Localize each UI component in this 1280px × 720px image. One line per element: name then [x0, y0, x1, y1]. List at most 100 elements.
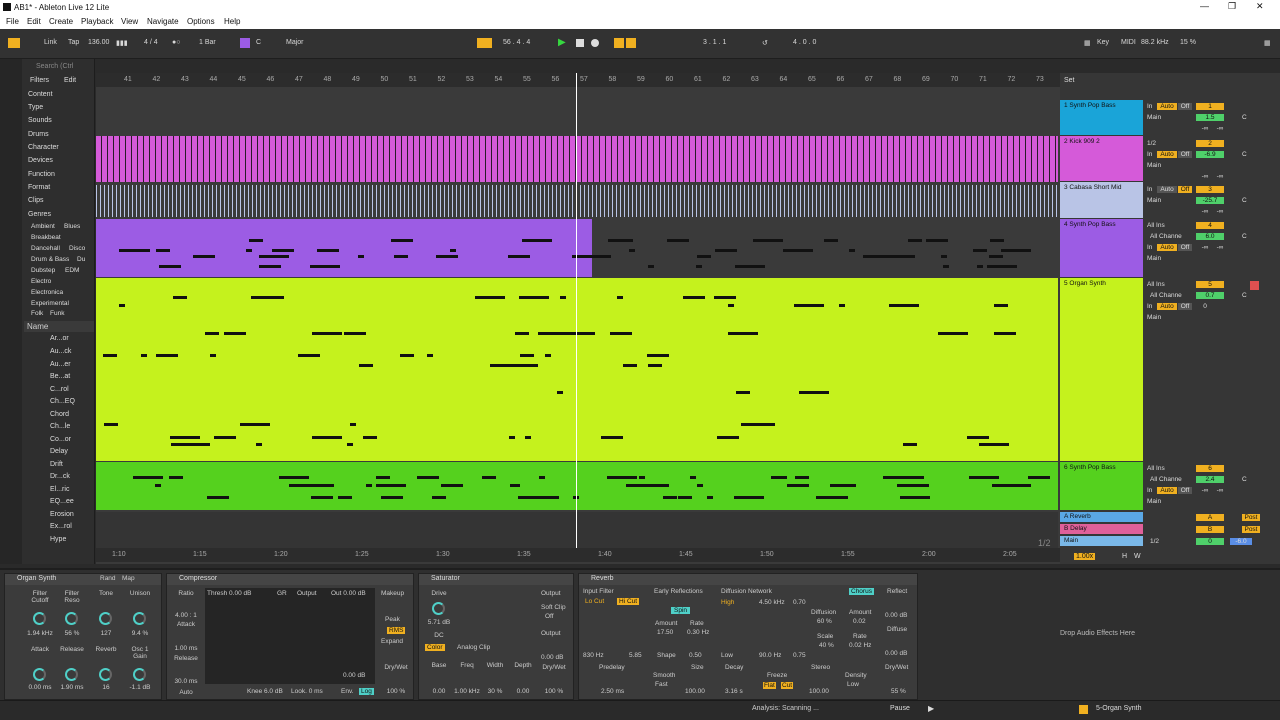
- midi-note[interactable]: [1000, 249, 1007, 252]
- midi-note[interactable]: [507, 364, 538, 367]
- overview-strip[interactable]: [96, 59, 1060, 73]
- master-pan[interactable]: -6.0: [1230, 538, 1252, 545]
- knee-value[interactable]: Knee 6.0 dB: [247, 688, 283, 695]
- track-pan-2[interactable]: C: [1242, 151, 1247, 158]
- locut-button[interactable]: Lo Cut: [585, 598, 604, 605]
- midi-note[interactable]: [798, 391, 829, 394]
- midi-note[interactable]: [896, 484, 911, 487]
- send-b-3[interactable]: -∞: [1213, 208, 1227, 215]
- record-quantize-icon[interactable]: ●○: [172, 39, 180, 46]
- midi-note[interactable]: [303, 484, 334, 487]
- midi-note[interactable]: [250, 296, 265, 299]
- close-icon[interactable]: ✕: [1256, 1, 1264, 12]
- play-icon[interactable]: ▶: [558, 37, 566, 48]
- midi-note[interactable]: [696, 484, 703, 487]
- spin-rate-value[interactable]: 0.30 Hz: [687, 629, 709, 636]
- input-type-3[interactable]: In: [1147, 186, 1152, 193]
- midi-note[interactable]: [168, 476, 183, 479]
- off-monitor-4[interactable]: Off: [1178, 244, 1192, 251]
- saturator-output-value[interactable]: 0.00 dB: [541, 654, 563, 661]
- track-pan-3[interactable]: C: [1242, 197, 1247, 204]
- midi-note[interactable]: [298, 354, 321, 357]
- midi-note[interactable]: [817, 496, 848, 499]
- midi-note[interactable]: [337, 496, 352, 499]
- track-lane-2[interactable]: [96, 136, 1058, 182]
- browser-item[interactable]: El...ric: [50, 486, 69, 493]
- midi-note[interactable]: [733, 496, 764, 499]
- midi-note[interactable]: [169, 436, 200, 439]
- saturation-mode-select[interactable]: Analog Clip: [457, 644, 490, 651]
- high-shelf-button[interactable]: High: [721, 599, 734, 606]
- diffuse-value[interactable]: 0.00 dB: [885, 650, 907, 657]
- threshold-value[interactable]: Thresh 0.00 dB: [207, 590, 251, 597]
- midi-note[interactable]: [823, 239, 838, 242]
- macro-6-knob[interactable]: [65, 668, 78, 681]
- midi-note[interactable]: [398, 239, 405, 242]
- h-button[interactable]: H: [1122, 553, 1127, 560]
- midi-note[interactable]: [240, 423, 271, 426]
- track-volume-2[interactable]: -6.9: [1196, 151, 1224, 158]
- metronome-icon[interactable]: ▮▮▮: [116, 39, 128, 47]
- midi-note[interactable]: [848, 249, 855, 252]
- chorus-rate-value[interactable]: 0.02 Hz: [849, 642, 871, 649]
- midi-note[interactable]: [941, 255, 948, 258]
- off-monitor-3[interactable]: Off: [1178, 186, 1192, 193]
- midi-note[interactable]: [519, 354, 534, 357]
- cabasa-clip[interactable]: [96, 185, 1058, 217]
- genre-tag[interactable]: Electro: [31, 278, 51, 285]
- send-b-1[interactable]: -∞: [1213, 125, 1227, 132]
- saturator-drywet-value[interactable]: 100 %: [539, 688, 569, 695]
- genre-tag[interactable]: Ambient: [31, 223, 55, 230]
- rms-button[interactable]: RMS: [387, 627, 406, 634]
- midi-note[interactable]: [140, 354, 147, 357]
- low-shelf-gain[interactable]: 0.75: [793, 652, 806, 659]
- midi-note[interactable]: [993, 332, 1016, 335]
- peak-button[interactable]: Peak: [385, 616, 400, 623]
- auto-monitor-5[interactable]: Auto: [1157, 303, 1177, 310]
- midi-note[interactable]: [773, 476, 788, 479]
- macro-1-knob[interactable]: [33, 612, 46, 625]
- midi-note[interactable]: [782, 249, 813, 252]
- expand-button[interactable]: Expand: [381, 638, 403, 645]
- track-pan-6[interactable]: C: [1242, 476, 1247, 483]
- return-activator-a[interactable]: A: [1196, 514, 1224, 521]
- browser-item[interactable]: EQ...ee: [50, 498, 74, 505]
- midi-note[interactable]: [651, 484, 658, 487]
- tap-button[interactable]: Tap: [68, 39, 79, 46]
- loop-icon[interactable]: ↺: [762, 39, 768, 47]
- midi-note[interactable]: [794, 476, 809, 479]
- midi-note[interactable]: [400, 354, 415, 357]
- scale-mode-icon[interactable]: [240, 38, 250, 48]
- midi-note[interactable]: [622, 364, 637, 367]
- send-a-3[interactable]: -∞: [1198, 208, 1212, 215]
- track-lane-1[interactable]: [96, 100, 1058, 136]
- browser-item[interactable]: Erosion: [50, 511, 74, 518]
- midi-note[interactable]: [606, 476, 637, 479]
- send-a-1[interactable]: -∞: [1198, 125, 1212, 132]
- freeze-button[interactable]: Freeze: [767, 672, 787, 679]
- midi-note[interactable]: [118, 304, 125, 307]
- auto-monitor-1[interactable]: Auto: [1157, 103, 1177, 110]
- track-volume-3[interactable]: -25.7: [1196, 197, 1224, 204]
- midi-note[interactable]: [538, 332, 569, 335]
- loop-start[interactable]: 3 . 1 . 1: [703, 39, 726, 46]
- midi-note[interactable]: [363, 436, 378, 439]
- flat-button[interactable]: Flat: [763, 682, 776, 689]
- freq-value[interactable]: 1.00 kHz: [451, 688, 483, 695]
- menu-view[interactable]: View: [121, 17, 138, 26]
- midi-note[interactable]: [967, 436, 990, 439]
- send-a-5[interactable]: 0: [1198, 303, 1212, 310]
- browser-toggle-icon[interactable]: [8, 38, 20, 48]
- stop-icon[interactable]: [576, 39, 584, 47]
- midi-note[interactable]: [316, 249, 339, 252]
- master-volume[interactable]: 0: [1196, 538, 1224, 545]
- midi-note[interactable]: [607, 239, 622, 242]
- midi-note[interactable]: [426, 354, 433, 357]
- automation-arm-icon[interactable]: [614, 38, 624, 48]
- midi-note[interactable]: [938, 332, 969, 335]
- menu-options[interactable]: Options: [187, 17, 215, 26]
- midi-note[interactable]: [357, 255, 364, 258]
- master-route[interactable]: 1/2: [1150, 538, 1159, 545]
- input-type-4[interactable]: All Ins: [1147, 222, 1165, 229]
- midi-note[interactable]: [786, 484, 809, 487]
